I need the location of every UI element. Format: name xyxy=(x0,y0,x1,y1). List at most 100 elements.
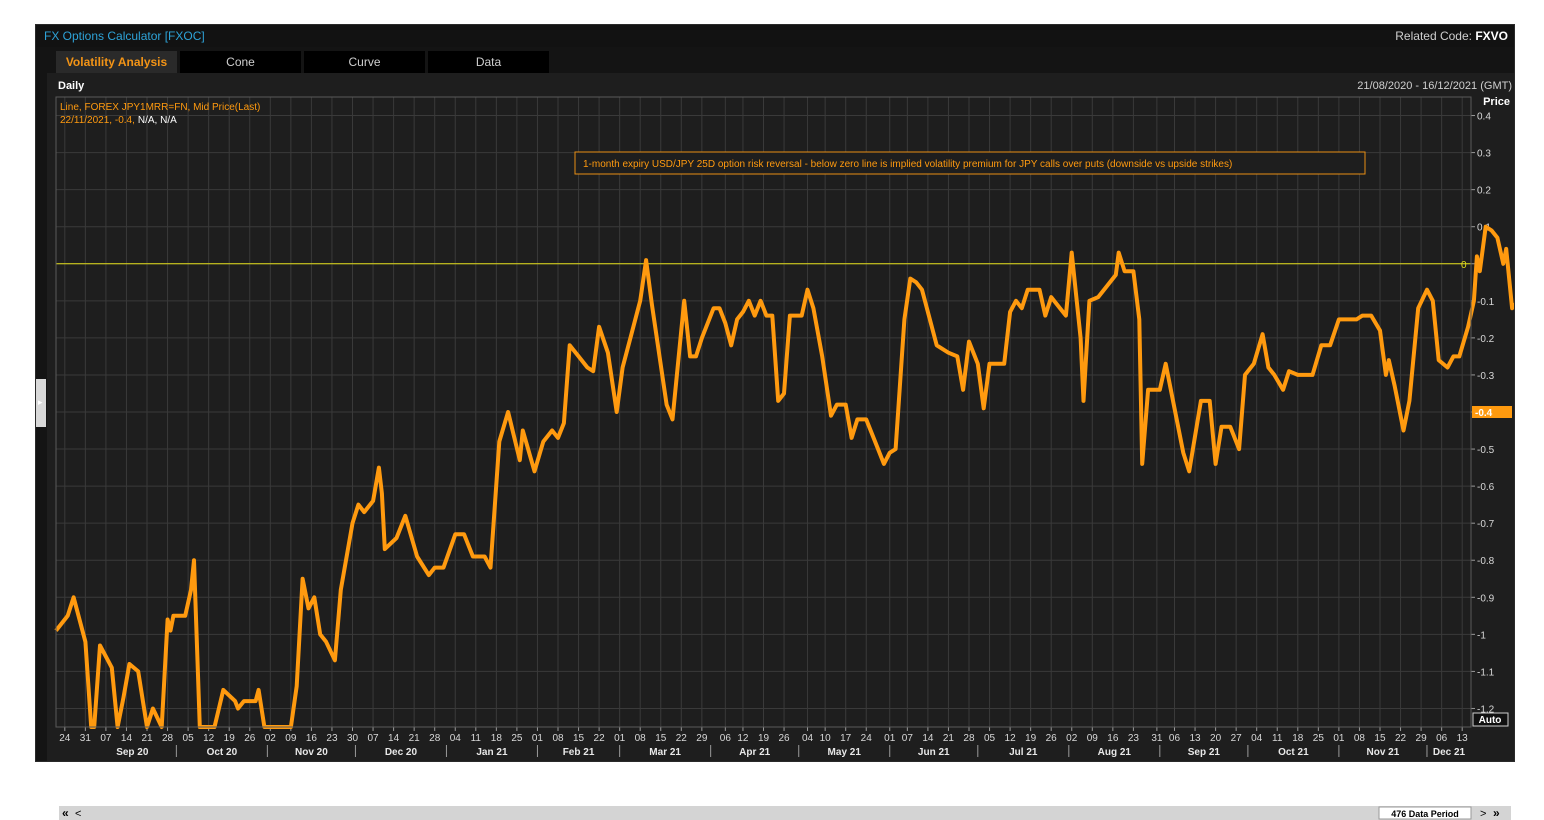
x-tick-label: 04 xyxy=(1251,733,1263,744)
x-tick-label: 18 xyxy=(1292,733,1304,744)
x-month-label: Nov 21 xyxy=(1367,747,1400,758)
last-value-tag: -0.4 xyxy=(1472,406,1512,419)
time-scrollbar[interactable]: « < 476 Data Period > » xyxy=(59,806,1511,820)
x-month-label: Jul 21 xyxy=(1009,747,1038,758)
y-tick-label: 0.2 xyxy=(1477,186,1491,197)
x-tick-label: 28 xyxy=(429,733,441,744)
x-tick-label: 08 xyxy=(552,733,564,744)
x-month-label: Mar 21 xyxy=(649,747,681,758)
y-tick-label: 0.4 xyxy=(1477,112,1491,123)
x-tick-label: 20 xyxy=(1210,733,1222,744)
x-tick-label: 15 xyxy=(573,733,585,744)
x-month-label: Apr 21 xyxy=(739,747,771,758)
x-month-label: Oct 20 xyxy=(207,747,238,758)
related-code: Related Code: FXVO xyxy=(1395,29,1508,43)
x-month-label: Sep 20 xyxy=(116,747,149,758)
y-axis-title: Price xyxy=(1483,96,1510,108)
x-month-label: Dec 21 xyxy=(1433,747,1466,758)
x-tick-label: 16 xyxy=(306,733,318,744)
x-tick-label: 09 xyxy=(285,733,297,744)
related-code-value[interactable]: FXVO xyxy=(1475,29,1508,43)
y-tick-label: -0.5 xyxy=(1477,445,1495,456)
legend-value-line: 22/11/2021, -0.4, N/A, N/A xyxy=(60,115,177,126)
chart-panel: 0.40.30.20.10-0.1-0.2-0.3-0.4-0.5-0.6-0.… xyxy=(47,73,1514,820)
x-tick-label: 04 xyxy=(450,733,462,744)
x-tick-label: 17 xyxy=(840,733,852,744)
auto-button[interactable]: Auto xyxy=(1472,712,1509,727)
scrollbar-track xyxy=(59,806,1511,820)
tab-data[interactable]: Data xyxy=(428,51,549,73)
x-month-label: Jan 21 xyxy=(476,747,508,758)
x-month-label: Nov 20 xyxy=(295,747,328,758)
x-tick-label: 10 xyxy=(820,733,832,744)
x-tick-label: 07 xyxy=(367,733,379,744)
annotation-text: 1-month expiry USD/JPY 25D option risk r… xyxy=(583,159,1232,170)
y-tick-label: -0.8 xyxy=(1477,556,1495,567)
y-tick-label: -0.7 xyxy=(1477,519,1495,530)
x-tick-label: 29 xyxy=(696,733,708,744)
interval-label[interactable]: Daily xyxy=(58,80,85,92)
zero-line-label: 0 xyxy=(1461,260,1467,271)
legend-na: N/A, N/A xyxy=(138,115,177,126)
x-month-label: Oct 21 xyxy=(1278,747,1309,758)
y-tick-label: -0.3 xyxy=(1477,371,1495,382)
annotation-box[interactable]: 1-month expiry USD/JPY 25D option risk r… xyxy=(574,151,1366,175)
scroll-first-button[interactable]: « xyxy=(62,806,69,820)
y-tick-label: -0.6 xyxy=(1477,482,1495,493)
y-tick-label: -1 xyxy=(1477,630,1486,641)
app-window: FX Options Calculator [FXOC] Related Cod… xyxy=(35,24,1515,820)
x-tick-label: 06 xyxy=(1436,733,1448,744)
x-tick-label: 12 xyxy=(203,733,215,744)
x-tick-label: 05 xyxy=(183,733,195,744)
date-range[interactable]: 21/08/2020 - 16/12/2021 (GMT) xyxy=(1357,80,1512,92)
x-tick-label: 13 xyxy=(1189,733,1201,744)
x-tick-label: 22 xyxy=(1395,733,1407,744)
legend-series-line[interactable]: Line, FOREX JPY1MRR=FN, Mid Price(Last) xyxy=(60,102,260,113)
x-tick-label: 21 xyxy=(409,733,421,744)
tab-cone[interactable]: Cone xyxy=(180,51,301,73)
x-month-label: Sep 21 xyxy=(1188,747,1221,758)
x-tick-label: 14 xyxy=(922,733,934,744)
window-title[interactable]: FX Options Calculator [FXOC] xyxy=(44,29,205,43)
x-tick-label: 19 xyxy=(224,733,236,744)
x-tick-label: 25 xyxy=(1313,733,1325,744)
x-month-label: May 21 xyxy=(828,747,862,758)
x-tick-label: 31 xyxy=(80,733,92,744)
x-tick-label: 21 xyxy=(141,733,153,744)
related-code-label: Related Code: xyxy=(1395,29,1472,43)
x-tick-label: 26 xyxy=(1046,733,1058,744)
x-tick-label: 30 xyxy=(347,733,359,744)
side-panel-toggle[interactable]: ▸ xyxy=(36,379,46,427)
x-tick-label: 23 xyxy=(326,733,338,744)
x-tick-label: 11 xyxy=(471,733,482,744)
x-tick-label: 15 xyxy=(1374,733,1386,744)
x-tick-label: 26 xyxy=(244,733,256,744)
x-tick-label: 12 xyxy=(1005,733,1017,744)
tab-curve[interactable]: Curve xyxy=(304,51,425,73)
scroll-next-button[interactable]: > xyxy=(1480,808,1486,820)
x-tick-label: 08 xyxy=(1354,733,1366,744)
x-month-label: Aug 21 xyxy=(1098,747,1132,758)
y-tick-label: -1.1 xyxy=(1477,667,1495,678)
y-tick-label: -0.1 xyxy=(1477,297,1495,308)
x-tick-label: 07 xyxy=(100,733,112,744)
x-tick-label: 12 xyxy=(737,733,749,744)
scroll-prev-button[interactable]: < xyxy=(75,808,81,820)
x-tick-label: 18 xyxy=(491,733,503,744)
x-tick-label: 22 xyxy=(676,733,688,744)
x-tick-label: 22 xyxy=(594,733,606,744)
x-tick-label: 19 xyxy=(1025,733,1037,744)
x-tick-label: 07 xyxy=(902,733,914,744)
x-tick-label: 08 xyxy=(635,733,647,744)
x-tick-label: 06 xyxy=(1169,733,1181,744)
scroll-last-button[interactable]: » xyxy=(1493,806,1500,820)
x-tick-label: 02 xyxy=(1066,733,1078,744)
x-tick-label: 27 xyxy=(1231,733,1243,744)
x-tick-label: 05 xyxy=(984,733,996,744)
tab-volatility-analysis[interactable]: Volatility Analysis xyxy=(56,51,177,73)
x-tick-label: 01 xyxy=(614,733,626,744)
x-tick-label: 06 xyxy=(720,733,732,744)
x-tick-label: 11 xyxy=(1272,733,1283,744)
x-tick-label: 15 xyxy=(655,733,667,744)
title-bar: FX Options Calculator [FXOC] Related Cod… xyxy=(36,25,1514,47)
